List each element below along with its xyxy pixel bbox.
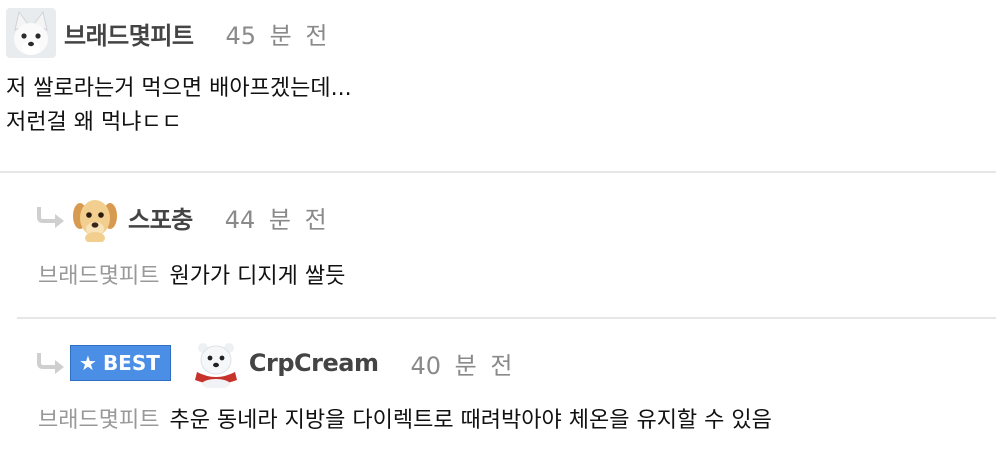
comment-line: 저런걸 왜 먹냐ㄷㄷ	[6, 110, 182, 135]
comment-item: 브래드몇피트 45 분 전 저 쌀로라는거 먹으면 배아프겠는데... 저런걸 …	[0, 0, 996, 172]
reply-text: 브래드몇피트 추운 동네라 지방을 다이렉트로 때려박아야 체온을 유지할 수 있…	[38, 404, 772, 438]
best-badge: ★ BEST	[70, 345, 171, 381]
timestamp: 40 분 전	[410, 351, 513, 380]
reply-arrow-icon	[37, 207, 64, 228]
arctic-fox-avatar[interactable]	[6, 8, 56, 58]
reply-item: ★ BEST CrpCream 40 분 전 브래드몇피트 추운 동네라 지방을 …	[0, 318, 996, 459]
reply-body: 원가가 디지게 쌀듯	[169, 264, 346, 289]
puppy-avatar[interactable]	[70, 192, 120, 242]
mention-link[interactable]: 브래드몇피트	[38, 264, 159, 289]
timestamp: 45 분 전	[225, 21, 328, 50]
mention-link[interactable]: 브래드몇피트	[38, 408, 159, 433]
nickname[interactable]: 스포충	[128, 200, 193, 235]
timestamp: 44 분 전	[224, 205, 327, 234]
nickname[interactable]: CrpCream	[249, 349, 379, 377]
reply-body: 추운 동네라 지방을 다이렉트로 때려박아야 체온을 유지할 수 있음	[169, 408, 772, 433]
comment-text: 저 쌀로라는거 먹으면 배아프겠는데... 저런걸 왜 먹냐ㄷㄷ	[6, 72, 352, 140]
star-icon: ★	[79, 351, 97, 375]
comment-line: 저 쌀로라는거 먹으면 배아프겠는데...	[6, 76, 352, 101]
polar-bear-avatar[interactable]	[190, 338, 241, 388]
reply-text: 브래드몇피트 원가가 디지게 쌀듯	[38, 260, 345, 294]
best-label: BEST	[102, 351, 160, 375]
reply-arrow-icon	[37, 353, 64, 374]
comment-header: 브래드몇피트 45 분 전	[6, 8, 327, 58]
reply-item: 스포충 44 분 전 브래드몇피트 원가가 디지게 쌀듯	[0, 172, 996, 318]
reply-header: ★ BEST CrpCream 40 분 전	[36, 338, 512, 388]
nickname[interactable]: 브래드몇피트	[64, 16, 194, 51]
reply-header: 스포충 44 분 전	[36, 192, 327, 242]
